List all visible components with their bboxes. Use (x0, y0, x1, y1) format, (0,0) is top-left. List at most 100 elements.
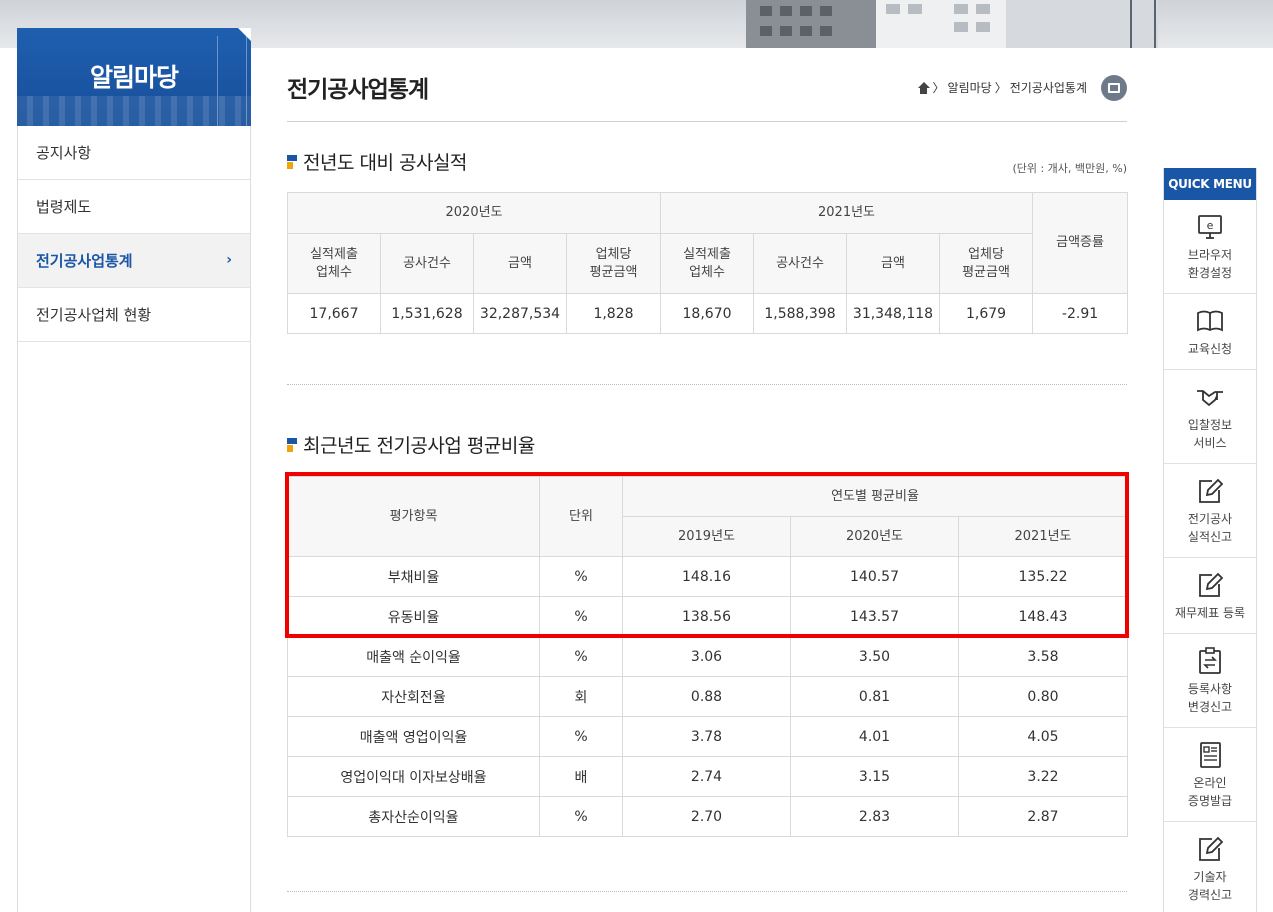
quick-item-engineer-career[interactable]: 기술자 경력신고 (1164, 822, 1256, 912)
book-icon (1197, 310, 1223, 332)
table-cell: 1,531,628 (380, 293, 474, 334)
column-header: 실적제출 업체수 (287, 233, 381, 294)
table-cell-value: 2.74 (622, 756, 791, 797)
table-cell: 1,828 (565, 293, 662, 334)
clipboard-icon (1199, 647, 1221, 674)
edit-icon (1199, 478, 1224, 503)
column-header: 금액 (846, 233, 941, 294)
table-cell-item: 부채비율 (287, 556, 540, 597)
table-cell-value: 135.22 (957, 556, 1129, 597)
table-cell-value: 3.78 (622, 716, 791, 757)
print-button[interactable] (1101, 75, 1127, 101)
browser-icon: e (1198, 215, 1222, 239)
column-header: 2020년도 (286, 192, 662, 234)
quick-item-performance-report[interactable]: 전기공사 실적신고 (1164, 464, 1256, 558)
table-cell: -2.91 (1032, 293, 1129, 334)
table-cell-value: 3.50 (790, 636, 959, 677)
sidebar-item-label: 전기공사업통계 (36, 252, 133, 270)
column-header: 금액 (473, 233, 567, 294)
banner-building-image-2 (876, 0, 1006, 48)
section-title: 최근년도 전기공사업 평균비율 (287, 431, 535, 458)
table-row: 매출액 영업이익율% 3.78 4.01 4.05 (287, 716, 1129, 757)
sidebar-item-companies[interactable]: 전기공사업체 현황 (18, 288, 250, 342)
breadcrumb-item[interactable]: 알림마당 (948, 79, 992, 96)
page-title: 전기공사업통계 (287, 77, 429, 103)
table-cell-value: 138.56 (622, 596, 791, 637)
sidebar-item-label: 법령제도 (36, 198, 92, 216)
table-cell: 1,588,398 (753, 293, 848, 334)
column-header: 2019년도 (622, 516, 791, 557)
table-cell: 1,679 (939, 293, 1034, 334)
title-divider (287, 121, 1127, 122)
quick-item-label: 브라우저 환경설정 (1187, 248, 1233, 280)
quick-item-registration-change[interactable]: 등록사항 변경신고 (1164, 634, 1256, 728)
column-header: 2021년도 (660, 192, 1034, 234)
sidebar-item-label: 공지사항 (36, 144, 92, 162)
table-cell-unit: 회 (539, 676, 623, 717)
table-cell-value: 148.16 (622, 556, 791, 597)
home-icon[interactable] (917, 81, 930, 94)
quick-item-label: 전기공사 실적신고 (1187, 512, 1233, 544)
table-cell-value: 143.57 (790, 596, 959, 637)
document-icon (1200, 742, 1221, 768)
quick-item-bid-info[interactable]: 입찰정보 서비스 (1164, 370, 1256, 464)
table-cell-value: 3.06 (622, 636, 791, 677)
table-cell-value: 2.70 (622, 796, 791, 837)
sidebar-item-statistics[interactable]: 전기공사업통계 › (18, 234, 250, 288)
column-header: 단위 (539, 476, 623, 557)
column-header: 연도별 평균비율 (621, 476, 1129, 517)
sidebar-item-law[interactable]: 법령제도 (18, 180, 250, 234)
column-header: 공사건수 (753, 233, 848, 294)
edit-icon (1199, 836, 1224, 861)
svg-text:e: e (1207, 219, 1214, 232)
performance-table: 2020년도 2021년도 금액증률 실적제출 업체수 공사건수 금액 업체당 … (286, 192, 1129, 334)
table-cell-value: 3.15 (790, 756, 959, 797)
edit-icon (1199, 572, 1224, 597)
table-cell-item: 영업이익대 이자보상배율 (287, 756, 540, 797)
print-icon (1108, 83, 1120, 93)
sidebar-city-illustration (17, 96, 251, 126)
quick-item-education[interactable]: 교육신청 (1164, 294, 1256, 370)
table-row: 유동비율% 138.56 143.57 148.43 (287, 596, 1129, 637)
table-row: 17,667 1,531,628 32,287,534 1,828 18,670… (287, 293, 1129, 334)
section-title-text: 최근년도 전기공사업 평균비율 (303, 435, 535, 457)
table-cell-value: 0.80 (957, 676, 1129, 717)
section-title-text: 전년도 대비 공사실적 (303, 152, 467, 174)
quick-item-browser-settings[interactable]: e 브라우저 환경설정 (1164, 200, 1256, 294)
table-cell-value: 148.43 (957, 596, 1129, 637)
quick-item-label: 온라인 증명발급 (1187, 776, 1233, 808)
table-cell-value: 0.88 (622, 676, 791, 717)
table-cell-item: 자산회전율 (287, 676, 540, 717)
table-cell-value: 4.05 (957, 716, 1129, 757)
table-cell-item: 매출액 순이익율 (287, 636, 540, 677)
sidebar-header: 알림마당 (17, 28, 251, 126)
section-title: 전년도 대비 공사실적 (287, 148, 467, 175)
quick-item-online-certificate[interactable]: 온라인 증명발급 (1164, 728, 1256, 822)
table-cell-item: 총자산순이익율 (287, 796, 540, 837)
quick-menu: QUICK MENU e 브라우저 환경설정 교육신청 입찰정보 서비스 전기공… (1163, 168, 1257, 912)
section-bullet-icon (287, 154, 297, 169)
column-header: 업체당 평균금액 (565, 233, 662, 294)
table-cell-value: 3.58 (957, 636, 1129, 677)
table-cell-unit: % (539, 556, 623, 597)
table-cell-unit: 배 (539, 756, 623, 797)
quick-menu-title: QUICK MENU (1164, 168, 1256, 200)
column-header: 공사건수 (380, 233, 474, 294)
table-cell-value: 3.22 (957, 756, 1129, 797)
breadcrumb-item[interactable]: 전기공사업통계 (1010, 79, 1087, 96)
breadcrumb-separator: 〉 (994, 81, 1007, 95)
column-header: 평가항목 (287, 476, 540, 557)
table-row: 매출액 순이익율% 3.06 3.50 3.58 (287, 636, 1129, 677)
table-cell: 17,667 (287, 293, 381, 334)
table-cell-value: 2.83 (790, 796, 959, 837)
table-row: 영업이익대 이자보상배율 배 2.74 3.15 3.22 (287, 756, 1129, 797)
sidebar-item-notice[interactable]: 공지사항 (18, 126, 250, 180)
table-cell-unit: % (539, 796, 623, 837)
quick-item-label: 재무제표 등록 (1174, 606, 1246, 620)
table-cell-value: 4.01 (790, 716, 959, 757)
quick-item-financial-statement[interactable]: 재무제표 등록 (1164, 558, 1256, 634)
table-row: 부채비율% 148.16 140.57 135.22 (287, 556, 1129, 597)
table-cell-item: 매출액 영업이익율 (287, 716, 540, 757)
table-cell-unit: % (539, 716, 623, 757)
table-cell: 31,348,118 (846, 293, 941, 334)
